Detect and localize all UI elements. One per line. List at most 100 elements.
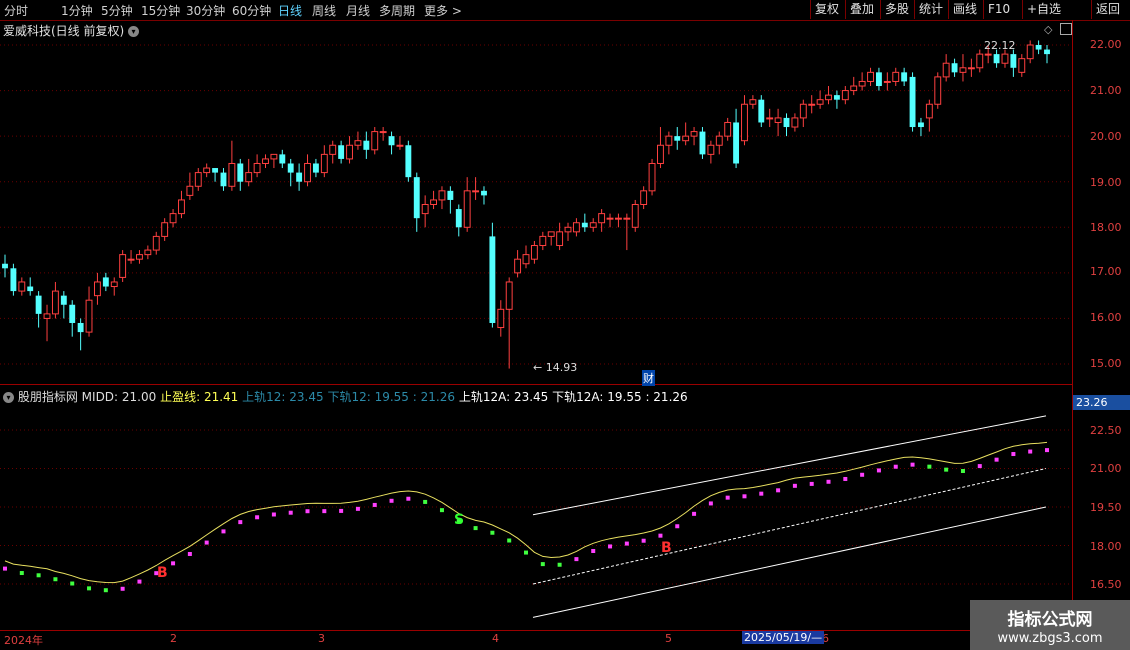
candle-body	[379, 131, 387, 134]
candle-body	[18, 281, 26, 292]
signal-dot	[305, 509, 310, 514]
candle-body	[631, 204, 639, 228]
signal-dot	[843, 476, 848, 481]
candle-body	[1010, 54, 1017, 68]
candle-body	[85, 299, 93, 333]
candle-body	[497, 308, 505, 329]
candle-body	[1026, 44, 1034, 60]
candle-body	[363, 140, 370, 150]
candle-body	[161, 222, 169, 237]
candle-body	[388, 136, 395, 146]
signal-dot	[557, 562, 562, 567]
candle-body	[1018, 58, 1026, 73]
financial-badge[interactable]: 财	[642, 370, 655, 386]
candle-body	[850, 85, 858, 92]
signal-dot	[406, 496, 411, 501]
signal-dot	[36, 573, 41, 578]
signal-dot	[540, 562, 545, 567]
candle-body	[715, 135, 723, 146]
candle-body	[245, 172, 253, 183]
candle-body	[77, 322, 84, 333]
signal-dot	[372, 502, 377, 507]
price-tick: 19.00	[1090, 176, 1122, 189]
candle-body	[194, 172, 202, 187]
candle-body	[766, 117, 774, 120]
signal-dot	[692, 511, 697, 516]
mid-channel-line	[532, 468, 1047, 585]
signal-dot	[742, 494, 747, 499]
signal-dot	[910, 462, 915, 467]
candle-body	[279, 154, 286, 164]
candle-body	[253, 162, 261, 174]
candle-body	[967, 67, 975, 70]
x-tick: 3	[318, 632, 325, 645]
candle-body	[606, 217, 614, 220]
candle-body	[547, 231, 555, 237]
candle-body	[556, 231, 564, 247]
signal-dot	[641, 538, 646, 543]
indicator-header: ▾ 股朋指标网 MIDD: 21.00 止盈线: 21.41 上轨12: 23.…	[3, 388, 688, 405]
candle-body	[867, 71, 874, 82]
candle-body	[405, 145, 412, 178]
candle-body	[530, 245, 538, 260]
candle-body	[951, 63, 958, 73]
candle-body	[2, 263, 8, 269]
chevron-down-icon[interactable]: ▾	[3, 392, 14, 403]
price-tick: 18.00	[1090, 221, 1122, 234]
signal-dot	[1028, 449, 1033, 454]
candle-body	[169, 213, 177, 224]
candle-body	[262, 158, 269, 164]
candle-body	[816, 99, 824, 105]
candle-body	[858, 80, 866, 87]
candle-body	[799, 103, 807, 119]
signal-dot	[944, 467, 949, 472]
candle-body	[959, 67, 967, 73]
candle-body	[228, 162, 236, 187]
price-tick: 21.00	[1090, 84, 1122, 97]
high-price-label: 22.12	[984, 39, 1016, 52]
signal-dot	[204, 540, 209, 545]
signal-dot	[389, 498, 394, 503]
watermark-url: www.zbgs3.com	[997, 631, 1103, 646]
signal-dot	[355, 506, 360, 511]
sell-signal-label: S	[454, 512, 465, 528]
candle-body	[270, 153, 278, 160]
signal-dot	[490, 530, 495, 535]
candle-body	[741, 103, 748, 142]
candle-body	[287, 163, 294, 173]
candle-body	[648, 162, 656, 192]
candle-body	[774, 117, 782, 123]
indicator-tick: 18.00	[1090, 540, 1122, 553]
candle-body	[463, 190, 471, 228]
candle-body	[220, 172, 227, 187]
candle-body	[925, 103, 933, 119]
signal-dot	[1011, 452, 1016, 457]
candle-body	[522, 254, 530, 265]
signal-dot	[977, 464, 982, 469]
candle-body	[338, 145, 345, 159]
signal-dot	[524, 550, 528, 555]
price-tick: 20.00	[1090, 130, 1122, 143]
candle-body	[909, 76, 916, 128]
indicator-val1: : 21.26	[412, 390, 455, 404]
signal-dot	[70, 581, 75, 586]
indicator-lower12: 下轨12: 19.55	[327, 390, 409, 404]
candle-body	[699, 131, 706, 155]
price-chart[interactable]	[0, 0, 1130, 650]
signal-dot	[927, 464, 932, 469]
candle-body	[657, 144, 664, 164]
price-tick: 16.00	[1090, 311, 1122, 324]
candle-body	[892, 71, 900, 82]
indicator-val2: : 21.26	[645, 390, 688, 404]
signal-dot	[103, 588, 108, 593]
candle-body	[489, 236, 496, 323]
candle-body	[447, 190, 454, 200]
indicator-name: 股朋指标网	[17, 390, 78, 404]
x-tick: 2	[170, 632, 177, 645]
candle-body	[51, 290, 59, 315]
candle-body	[455, 209, 462, 228]
price-tick: 22.00	[1090, 38, 1122, 51]
signal-dot	[809, 481, 814, 486]
candle-body	[505, 281, 513, 310]
signal-dot	[221, 529, 226, 534]
